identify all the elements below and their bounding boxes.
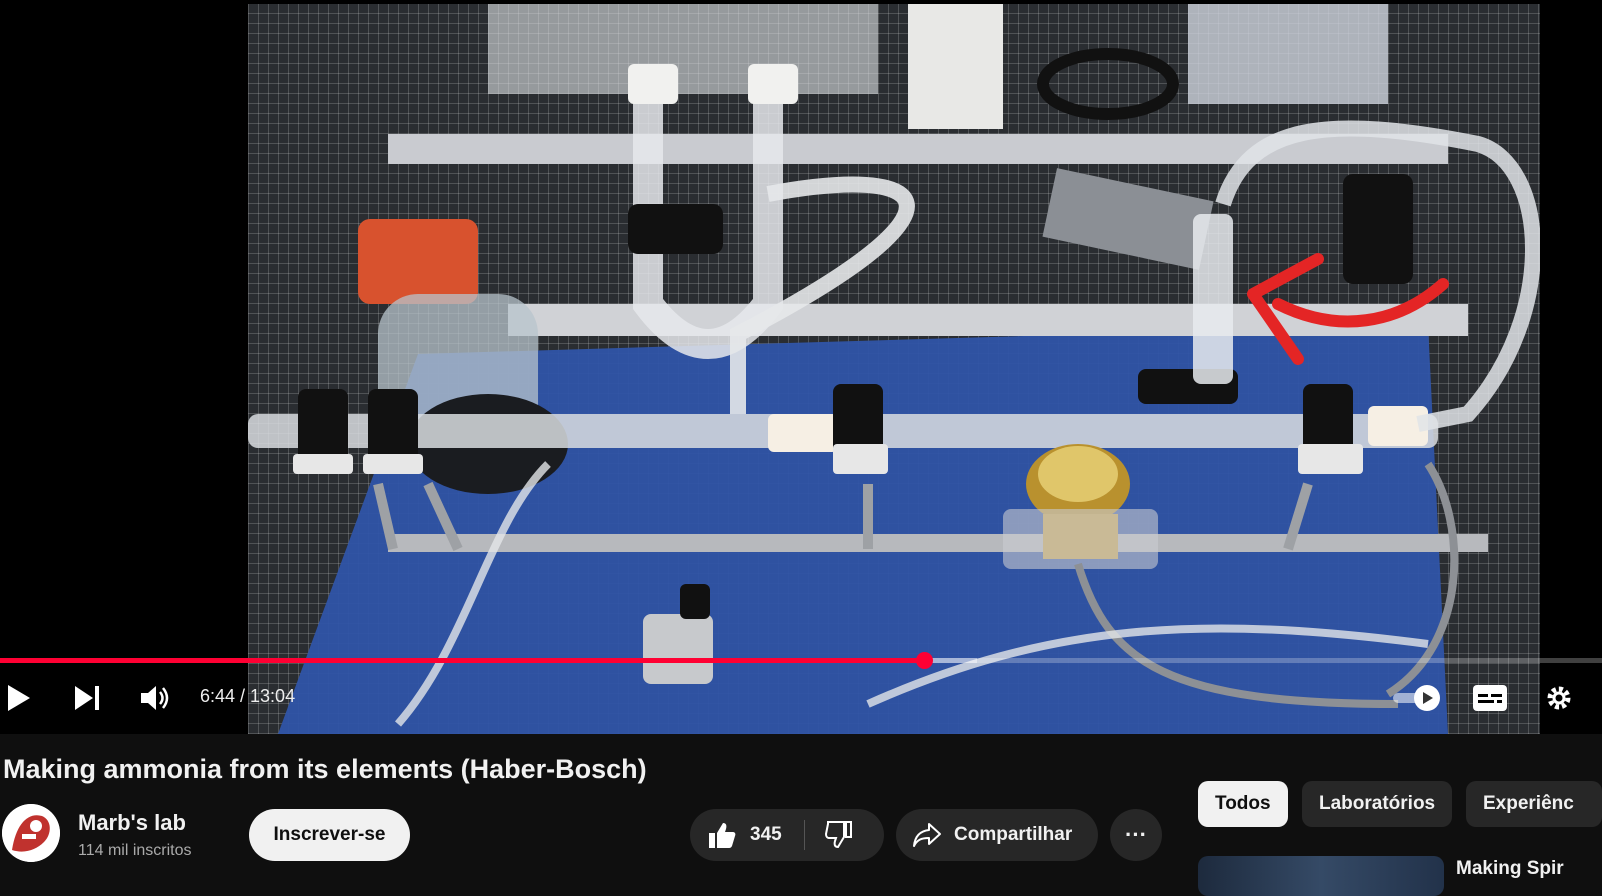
subscribe-button[interactable]: Inscrever-se: [249, 809, 410, 861]
share-icon: [913, 823, 941, 847]
avatar-image: [2, 804, 60, 862]
recommendation-thumbnail[interactable]: [1198, 856, 1444, 896]
video-player[interactable]: 6:44 / 13:04: [0, 0, 1602, 734]
thumbs-down-icon: [824, 821, 852, 849]
video-title: Making ammonia from its elements (Haber-…: [3, 754, 647, 784]
next-button[interactable]: [72, 676, 104, 720]
recommendation-title[interactable]: Making Spir: [1456, 858, 1602, 880]
chip-experiencias[interactable]: Experiênc: [1466, 781, 1602, 827]
gear-icon: [1547, 686, 1571, 710]
subtitles-icon: [1473, 685, 1507, 711]
time-display: 6:44 / 13:04: [200, 686, 296, 706]
play-icon: [8, 685, 30, 711]
progress-played: [0, 658, 925, 663]
dislike-button[interactable]: [805, 809, 853, 861]
channel-name[interactable]: Marb's lab: [78, 810, 186, 836]
autoplay-toggle-icon: [1393, 685, 1440, 711]
thumbs-up-icon: [709, 823, 736, 848]
subscriber-count: 114 mil inscritos: [78, 842, 192, 859]
channel-avatar[interactable]: [2, 804, 60, 862]
more-actions-button[interactable]: ···: [1110, 809, 1162, 861]
subtitles-button[interactable]: [1472, 676, 1508, 720]
video-frame[interactable]: [248, 4, 1540, 734]
share-label: Compartilhar: [954, 824, 1073, 845]
chip-todos[interactable]: Todos: [1198, 781, 1288, 827]
like-button[interactable]: 345: [690, 809, 782, 861]
next-icon: [75, 686, 99, 710]
video-scene: [248, 4, 1540, 734]
like-dislike-group: 345: [690, 809, 884, 861]
share-button[interactable]: Compartilhar: [896, 809, 1098, 861]
chip-laboratorios[interactable]: Laboratórios: [1302, 781, 1453, 827]
volume-icon: [141, 686, 169, 710]
play-button[interactable]: [4, 676, 34, 720]
progress-bar[interactable]: [0, 652, 1602, 669]
settings-button[interactable]: [1544, 676, 1574, 720]
more-icon: ···: [1125, 822, 1147, 847]
like-count: 345: [750, 824, 782, 845]
autoplay-toggle[interactable]: [1392, 676, 1444, 720]
volume-button[interactable]: [140, 676, 172, 720]
